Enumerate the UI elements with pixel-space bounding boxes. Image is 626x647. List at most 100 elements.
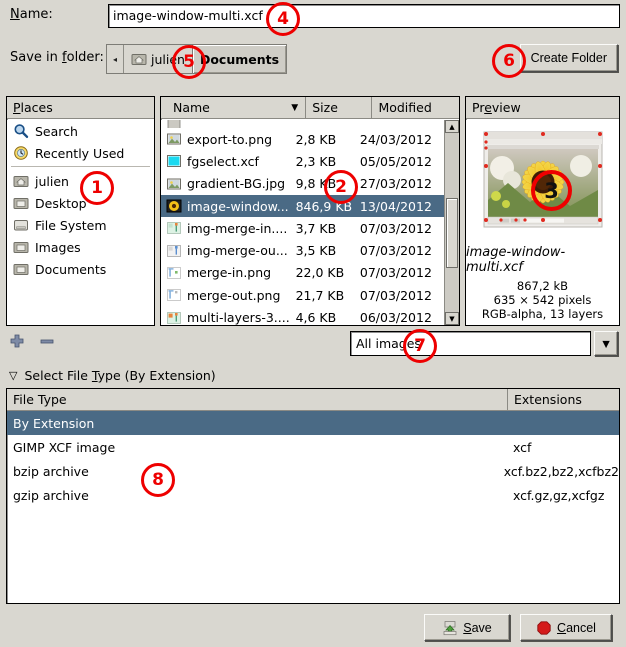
sidebar-item-file-system[interactable]: File System bbox=[7, 214, 154, 236]
file-type-row[interactable]: bzip archive xcf.bz2,bz2,xcfbz2 bbox=[7, 459, 619, 483]
file-name-cell: gradient-BG.jpg bbox=[161, 176, 296, 192]
chevron-down-icon[interactable]: ▼ bbox=[594, 331, 618, 356]
merge-icon bbox=[166, 287, 182, 303]
layers-icon bbox=[166, 220, 182, 236]
file-name-label: gradient-BG.jpg bbox=[187, 176, 286, 192]
file-modified-cell: 27/03/2012 bbox=[359, 176, 432, 192]
cancel-icon bbox=[536, 620, 552, 636]
browser-panes: Places Search Recently Used julien Deskt… bbox=[6, 96, 620, 326]
file-name-cell: fgselect.xcf bbox=[161, 153, 296, 169]
file-name-cell: export-to.png bbox=[161, 131, 296, 147]
file-type-table: File Type Extensions By Extension GIMP X… bbox=[6, 388, 620, 604]
folder-icon bbox=[13, 239, 29, 255]
table-row[interactable]: img-merge-ou... 3,5 KB 07/03/2012 bbox=[161, 239, 445, 261]
sidebar-item-recently-used[interactable]: Recently Used bbox=[7, 142, 154, 164]
file-modified-cell: 07/03/2012 bbox=[359, 243, 432, 259]
column-header-name[interactable]: Name ▼ bbox=[167, 97, 305, 119]
preview-metadata: 867,2 kB 635 × 542 pixels RGB-alpha, 13 … bbox=[482, 279, 603, 321]
create-folder-button[interactable]: Create Folder bbox=[519, 44, 618, 72]
file-modified-cell: 13/04/2012 bbox=[359, 198, 432, 214]
file-type-extensions: xcf.bz2,bz2,xcfbz2 bbox=[503, 463, 619, 479]
places-header: Places bbox=[7, 97, 154, 119]
file-list-scrollbar[interactable]: ▲ ▼ bbox=[444, 120, 459, 325]
sidebar-item-file-system-label: File System bbox=[35, 217, 107, 233]
file-size-cell: 3,5 KB bbox=[295, 243, 337, 259]
name-input-value: image-window-multi.xcf bbox=[113, 8, 263, 23]
file-name-cell: multi-layers-3.... bbox=[161, 310, 296, 325]
file-type-row[interactable]: gzip archive xcf.gz,gz,xcfgz bbox=[7, 483, 619, 507]
sort-descending-icon: ▼ bbox=[291, 102, 299, 113]
drive-icon bbox=[13, 217, 29, 233]
save-icon bbox=[442, 620, 458, 636]
name-label: Name: bbox=[10, 7, 53, 22]
table-row[interactable]: img-merge-in.... 3,7 KB 07/03/2012 bbox=[161, 217, 445, 239]
column-header-extensions-label: Extensions bbox=[514, 392, 582, 407]
scroll-down-icon[interactable]: ▼ bbox=[445, 312, 459, 325]
breadcrumb-back-icon[interactable]: ◂ bbox=[107, 45, 124, 73]
file-name-label: fgselect.xcf bbox=[187, 153, 259, 169]
image-file-icon bbox=[166, 131, 182, 147]
column-header-modified[interactable]: Modified bbox=[371, 97, 459, 119]
column-header-file-type[interactable]: File Type bbox=[7, 389, 507, 410]
image-file-icon bbox=[166, 176, 182, 192]
file-type-table-header: File Type Extensions bbox=[7, 389, 619, 411]
home-folder-icon bbox=[131, 51, 147, 67]
sidebar-item-desktop[interactable]: Desktop bbox=[7, 192, 154, 214]
sidebar-item-images[interactable]: Images bbox=[7, 236, 154, 258]
name-row: Name: image-window-multi.xcf bbox=[0, 0, 626, 32]
file-name-cell: image-window... bbox=[161, 198, 296, 214]
places-divider bbox=[11, 166, 150, 167]
folder-icon bbox=[13, 261, 29, 277]
preview-size: 867,2 kB bbox=[516, 279, 569, 293]
column-header-modified-label: Modified bbox=[378, 99, 432, 115]
breadcrumb: ◂ julien Documents bbox=[106, 44, 288, 74]
file-list-pane: Name ▼ Size Modified export-to.png 2,8 K… bbox=[160, 96, 460, 326]
file-size-cell: 3,7 KB bbox=[295, 220, 337, 236]
file-type-row-selected[interactable]: By Extension bbox=[7, 411, 619, 435]
file-filter-combo[interactable]: All images ▼ bbox=[350, 331, 618, 356]
file-type-row[interactable]: GIMP XCF image xcf bbox=[7, 435, 619, 459]
file-type-extensions: xcf.gz,gz,xcfgz bbox=[513, 487, 605, 503]
table-row[interactable]: export-to.png 2,8 KB 24/03/2012 bbox=[161, 128, 445, 150]
remove-bookmark-icon[interactable] bbox=[40, 334, 54, 351]
search-icon bbox=[13, 123, 29, 139]
cancel-button[interactable]: Cancel bbox=[520, 614, 612, 641]
dialog-footer: Save Cancel bbox=[0, 605, 626, 647]
table-row[interactable]: gradient-BG.jpg 9,8 KB 27/03/2012 bbox=[161, 173, 445, 195]
file-name-cell: img-merge-in.... bbox=[161, 220, 296, 236]
breadcrumb-item-julien[interactable]: julien bbox=[124, 45, 192, 73]
file-type-label: By Extension bbox=[13, 415, 95, 431]
file-size-cell: 22,0 KB bbox=[295, 265, 345, 281]
file-modified-cell: 07/03/2012 bbox=[359, 265, 432, 281]
sidebar-item-search[interactable]: Search bbox=[7, 120, 154, 142]
expander-triangle-icon: ▽ bbox=[9, 369, 18, 382]
table-row[interactable]: multi-layers-3.... 4,6 KB 06/03/2012 bbox=[161, 306, 445, 325]
name-input[interactable]: image-window-multi.xcf bbox=[108, 4, 620, 28]
column-header-size[interactable]: Size bbox=[305, 97, 371, 119]
column-header-extensions[interactable]: Extensions bbox=[507, 389, 619, 410]
breadcrumb-item-documents[interactable]: Documents bbox=[191, 45, 287, 73]
file-name-label: export-to.png bbox=[187, 131, 273, 147]
save-button-label: Save bbox=[463, 620, 492, 635]
sidebar-item-documents[interactable]: Documents bbox=[7, 258, 154, 280]
cyan-file-icon bbox=[166, 153, 182, 169]
scrollbar-thumb[interactable] bbox=[446, 198, 458, 268]
file-filter-value[interactable]: All images bbox=[350, 331, 591, 356]
table-row[interactable]: merge-in.png 22,0 KB 07/03/2012 bbox=[161, 262, 445, 284]
sidebar-item-desktop-label: Desktop bbox=[35, 195, 87, 211]
table-row-selected[interactable]: image-window... 846,9 KB 13/04/2012 bbox=[161, 194, 445, 218]
table-row[interactable]: fgselect.xcf 2,3 KB 05/05/2012 bbox=[161, 150, 445, 172]
sidebar-item-recently-used-label: Recently Used bbox=[35, 145, 125, 161]
table-row[interactable]: merge-out.png 21,7 KB 07/03/2012 bbox=[161, 284, 445, 306]
sidebar-item-julien[interactable]: julien bbox=[7, 170, 154, 192]
scroll-up-icon[interactable]: ▲ bbox=[445, 120, 459, 133]
select-file-type-expander[interactable]: ▽ Select File Type (By Extension) bbox=[9, 368, 216, 383]
file-type-label: gzip archive bbox=[13, 487, 89, 503]
add-bookmark-icon[interactable] bbox=[10, 334, 24, 351]
save-button[interactable]: Save bbox=[424, 614, 510, 641]
file-name-cell: merge-out.png bbox=[161, 287, 296, 303]
file-size-cell: 21,7 KB bbox=[295, 287, 345, 303]
sidebar-item-documents-label: Documents bbox=[35, 261, 107, 277]
preview-mode: RGB-alpha, 13 layers bbox=[481, 307, 604, 321]
file-list-header: Name ▼ Size Modified bbox=[161, 97, 459, 119]
